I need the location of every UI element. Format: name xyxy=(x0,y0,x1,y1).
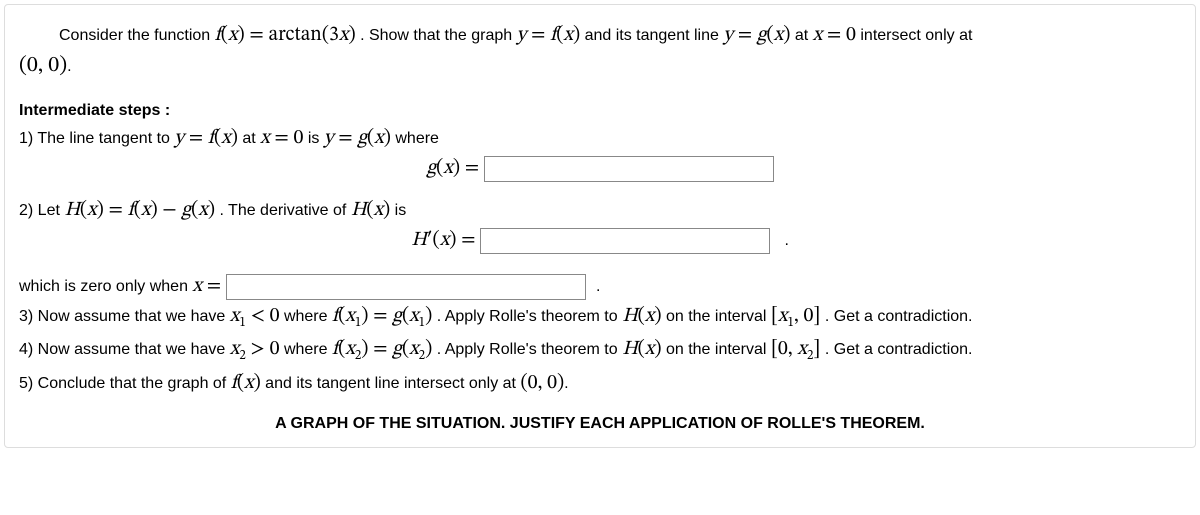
step2-mid1: . The derivative of xyxy=(219,202,350,219)
intro-paragraph: Consider the function arctan f(x) = arct… xyxy=(19,21,1181,49)
steps-header: Intermediate steps : xyxy=(19,100,1181,122)
intro-origin: (0, 0) xyxy=(19,55,67,77)
intro-yfx: y = f(x) xyxy=(517,25,581,45)
which-xeq: x = xyxy=(192,276,221,296)
step4-mid2: . Apply Rolle's theorem to xyxy=(437,341,622,358)
step1-line: 1) The line tangent to y = f(x) at x = 0… xyxy=(19,124,1181,152)
step4-x2: x2 > 0 xyxy=(230,339,280,359)
step2-Hdef: H(x) = f(x) − g(x) xyxy=(64,200,215,220)
step2-line: 2) Let H(x) = f(x) − g(x) . The derivati… xyxy=(19,196,1181,224)
step1-eq-row: g(x) = xyxy=(19,154,1181,182)
problem-card: Consider the function arctan f(x) = arct… xyxy=(4,4,1196,448)
step3-mid3: on the interval xyxy=(666,308,771,325)
step3-mid2: . Apply Rolle's theorem to xyxy=(437,308,622,325)
intro-mid2: and its tangent line xyxy=(585,27,724,44)
step5-period: . xyxy=(564,375,568,392)
which-period: . xyxy=(596,278,600,295)
step4-mid3: on the interval xyxy=(666,341,771,358)
intro-origin-line: (0, 0). xyxy=(19,51,1181,82)
step5-lead: 5) Conclude that the graph of xyxy=(19,375,231,392)
step4-Hx: H(x) xyxy=(622,339,661,359)
intro-mid3: at xyxy=(795,27,813,44)
step1-x0: x = 0 xyxy=(260,128,303,148)
intro-fdef-full: f(x) = arctan(3x) xyxy=(215,25,356,45)
step1-mid1: at xyxy=(242,130,260,147)
step2-Hprime-input[interactable] xyxy=(480,228,770,254)
step2-lead: 2) Let xyxy=(19,202,64,219)
step5-fx: f(x) xyxy=(231,373,261,393)
which-x-input[interactable] xyxy=(226,274,586,300)
step1-yfx: y = f(x) xyxy=(174,128,238,148)
step1-ygx: y = g(x) xyxy=(324,128,391,148)
step5-origin: (0, 0) xyxy=(520,373,564,393)
step4-line: 4) Now assume that we have x2 > 0 where … xyxy=(19,335,1181,366)
step5-mid1: and its tangent line intersect only at xyxy=(265,375,520,392)
which-line: which is zero only when x = . xyxy=(19,272,1181,300)
step2-period: . xyxy=(784,232,788,249)
step4-int: [0, x2] xyxy=(771,339,821,359)
step2-Hx: H(x) xyxy=(351,200,390,220)
step1-mid3: where xyxy=(395,130,439,147)
step4-fx2: f(x2) = g(x2) xyxy=(332,339,432,359)
intro-mid4: intersect only at xyxy=(860,27,972,44)
step4-tail: . Get a contradiction. xyxy=(825,341,973,358)
step1-gx-input[interactable] xyxy=(484,156,774,182)
step1-gx-eq: g(x) = xyxy=(426,158,479,178)
step1-lead: 1) The line tangent to xyxy=(19,130,174,147)
intro-mid1: . Show that the graph xyxy=(360,27,517,44)
step4-mid1: where xyxy=(284,341,332,358)
step2-eq-row: H′(x) = . xyxy=(19,226,1181,254)
footer-instruction: A GRAPH OF THE SITUATION. JUSTIFY EACH A… xyxy=(19,413,1181,435)
step3-lead: 3) Now assume that we have xyxy=(19,308,230,325)
step4-lead: 4) Now assume that we have xyxy=(19,341,230,358)
intro-x0: x = 0 xyxy=(813,25,856,45)
step3-x1: x1 < 0 xyxy=(230,306,280,326)
step3-fx1: f(x1) = g(x1) xyxy=(332,306,432,326)
step3-mid1: where xyxy=(284,308,332,325)
step3-Hx: H(x) xyxy=(622,306,661,326)
intro-ygx: y = g(x) xyxy=(723,25,790,45)
step5-line: 5) Conclude that the graph of f(x) and i… xyxy=(19,369,1181,397)
step2-mid2: is xyxy=(395,202,407,219)
step3-int: [x1, 0] xyxy=(771,306,821,326)
step1-mid2: is xyxy=(308,130,324,147)
step2-Hprime-eq: H′(x) = xyxy=(411,230,475,250)
step3-tail: . Get a contradiction. xyxy=(825,308,973,325)
intro-period: . xyxy=(67,58,71,75)
intro-lead: Consider the function xyxy=(59,27,215,44)
which-lead: which is zero only when xyxy=(19,278,192,295)
step3-line: 3) Now assume that we have x1 < 0 where … xyxy=(19,302,1181,333)
